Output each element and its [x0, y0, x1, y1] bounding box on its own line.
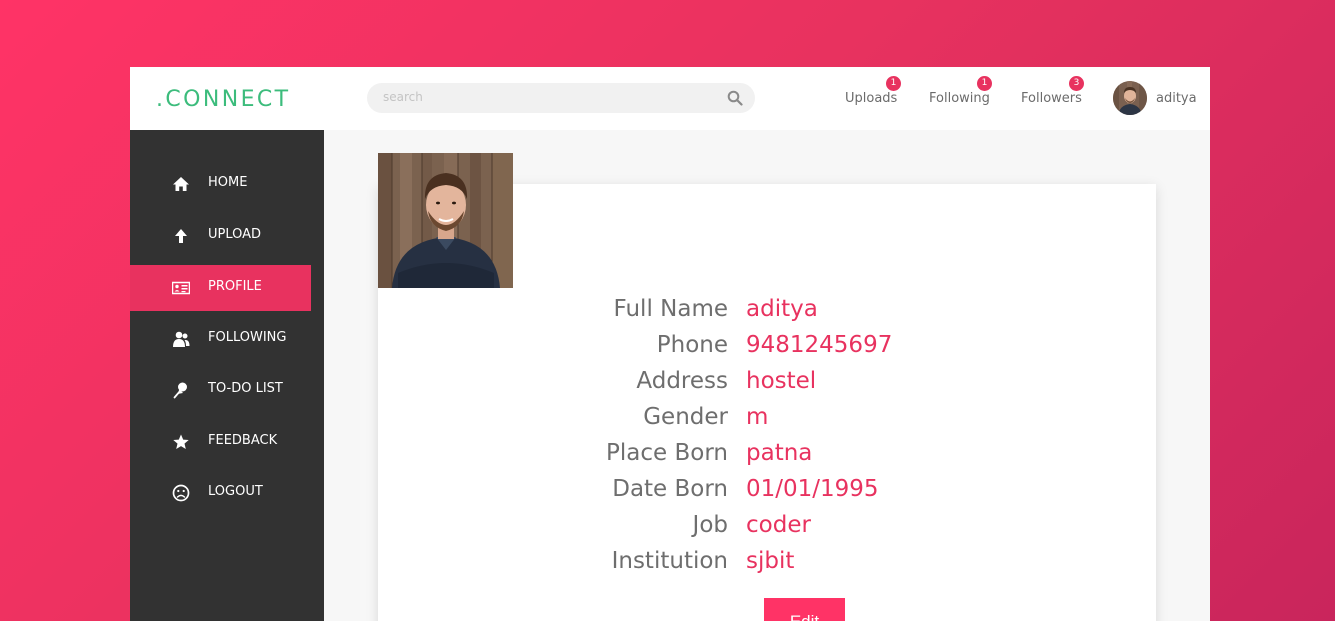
top-bar: .CONNECT Uploads 1 Following 1 Followers…: [130, 67, 1210, 130]
sidebar-item-label: FEEDBACK: [208, 433, 278, 448]
search-bar[interactable]: [367, 83, 755, 113]
field-value: m: [746, 404, 769, 430]
avatar[interactable]: [1113, 81, 1147, 115]
field-label: Job: [692, 512, 728, 538]
field-value: coder: [746, 512, 811, 538]
field-label: Date Born: [612, 476, 728, 502]
profile-photo: [378, 153, 513, 288]
star-icon: [172, 433, 190, 451]
home-icon: [172, 175, 190, 193]
field-row-address: Address hostel: [378, 363, 1156, 399]
sidebar-item-home[interactable]: HOME: [130, 161, 324, 207]
sidebar-item-todo[interactable]: TO-DO LIST: [130, 367, 324, 413]
field-label: Gender: [643, 404, 728, 430]
field-value: aditya: [746, 296, 818, 322]
sidebar-item-profile[interactable]: PROFILE: [130, 265, 311, 311]
sidebar: HOME UPLOAD PROFILE FOLLOWING TO-DO LIST…: [130, 130, 324, 621]
search-icon[interactable]: [727, 90, 743, 110]
field-label: Place Born: [606, 440, 728, 466]
nav-following-label: Following: [929, 91, 990, 106]
sidebar-item-label: LOGOUT: [208, 484, 263, 499]
sidebar-item-label: FOLLOWING: [208, 330, 287, 345]
sidebar-item-logout[interactable]: LOGOUT: [130, 470, 324, 516]
field-row-place-born: Place Born patna: [378, 435, 1156, 471]
field-value: patna: [746, 440, 813, 466]
field-value: hostel: [746, 368, 817, 394]
field-value: 01/01/1995: [746, 476, 879, 502]
field-row-full-name: Full Name aditya: [378, 291, 1156, 327]
sidebar-item-following[interactable]: FOLLOWING: [130, 316, 324, 362]
sidebar-item-label: UPLOAD: [208, 227, 262, 242]
users-icon: [172, 330, 190, 348]
sidebar-item-label: TO-DO LIST: [208, 381, 283, 396]
following-badge: 1: [977, 76, 992, 91]
nav-uploads[interactable]: Uploads 1: [845, 76, 901, 106]
nav-uploads-label: Uploads: [845, 91, 898, 106]
logo[interactable]: .CONNECT: [156, 87, 291, 112]
pin-icon: [172, 381, 190, 399]
field-row-job: Job coder: [378, 507, 1156, 543]
field-row-date-born: Date Born 01/01/1995: [378, 471, 1156, 507]
sidebar-item-label: PROFILE: [208, 279, 262, 294]
upload-arrow-icon: [172, 227, 190, 245]
nav-followers[interactable]: Followers 3: [1021, 76, 1084, 106]
field-label: Address: [636, 368, 728, 394]
field-label: Full Name: [613, 296, 729, 322]
id-card-icon: [171, 279, 191, 297]
search-input[interactable]: [383, 90, 703, 104]
field-row-institution: Institution sjbit: [378, 543, 1156, 579]
followers-badge: 3: [1069, 76, 1084, 91]
uploads-badge: 1: [886, 76, 901, 91]
nav-followers-label: Followers: [1021, 91, 1082, 106]
field-value: 9481245697: [746, 332, 893, 358]
sidebar-item-upload[interactable]: UPLOAD: [130, 213, 324, 259]
field-row-gender: Gender m: [378, 399, 1156, 435]
sidebar-item-label: HOME: [208, 175, 248, 190]
app-window: .CONNECT Uploads 1 Following 1 Followers…: [130, 67, 1210, 621]
sad-face-icon: [172, 484, 190, 502]
field-label: Phone: [656, 332, 728, 358]
field-row-phone: Phone 9481245697: [378, 327, 1156, 363]
username[interactable]: aditya: [1156, 91, 1197, 106]
field-label: Institution: [611, 548, 728, 574]
field-value: sjbit: [746, 548, 795, 574]
nav-following[interactable]: Following 1: [929, 76, 992, 106]
edit-button[interactable]: Edit: [764, 598, 845, 621]
sidebar-item-feedback[interactable]: FEEDBACK: [130, 419, 324, 465]
